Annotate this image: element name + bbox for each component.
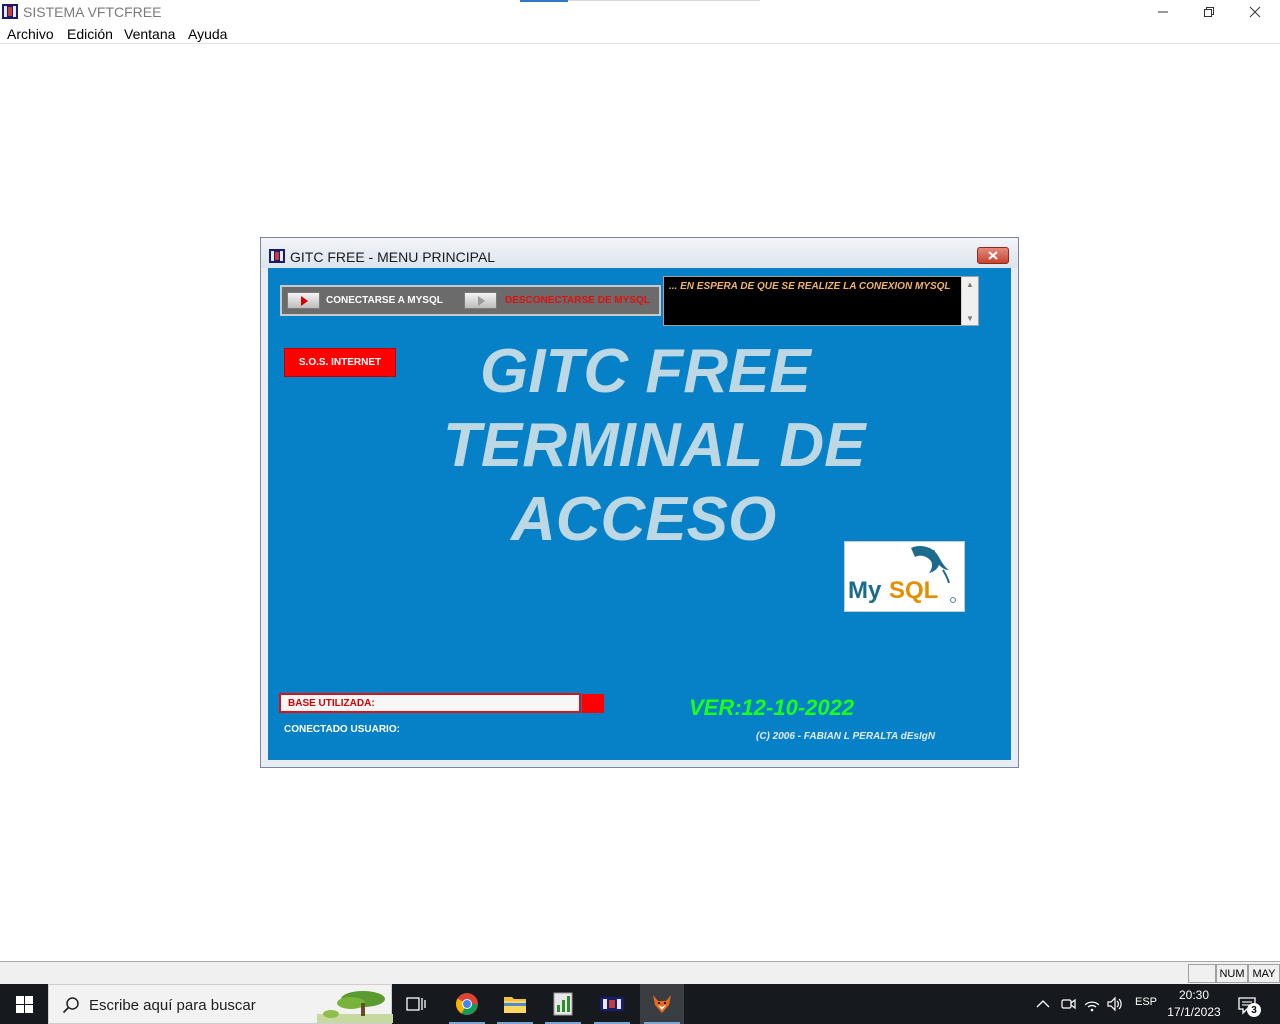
clock-date[interactable]: 17/1/2023 [1166,1005,1222,1019]
app-titlebar: SISTEMA VFTCFREE [0,0,1280,23]
windows-logo-icon [15,995,33,1013]
search-highlight-tree-icon [317,991,393,1023]
menu-edicion[interactable]: Edición [67,26,113,42]
app-film-icon [2,4,18,19]
connect-mysql-label[interactable]: CONECTARSE A MYSQL [326,295,443,306]
taskbar-spreadsheet-app[interactable] [541,984,585,1024]
restore-icon [1204,6,1214,17]
close-window-button[interactable] [1232,0,1278,23]
film-app-icon [600,997,624,1011]
task-view-button[interactable] [394,984,438,1024]
scroll-up-arrow-icon[interactable]: ▲ [962,277,978,291]
fox-app-icon [653,995,671,1013]
headline-line-1: GITC FREE [480,337,811,406]
menu-bar: Archivo Edición Ventana Ayuda [0,23,1280,44]
status-bar: NUM MAY [0,961,1280,984]
dialog-body: CONECTARSE A MYSQL DESCONECTARSE DE MYSQ… [268,268,1011,760]
play-icon [478,296,485,306]
restore-button[interactable] [1186,0,1232,23]
version-label: VER:12-10-2022 [689,695,855,720]
scroll-down-arrow-icon[interactable]: ▼ [962,311,978,325]
copyright-label: (C) 2006 - FABIAN L PERALTA dEsIgN [756,731,936,742]
title-accent [520,0,568,2]
disconnect-play-button[interactable] [464,292,497,309]
minimize-icon [1158,11,1168,12]
dialog-film-icon [269,249,285,263]
taskbar-fox-app[interactable] [640,984,684,1024]
base-utilizada-label: BASE UTILIZADA: [288,698,375,709]
search-icon [62,997,79,1014]
dialog-close-button[interactable] [977,247,1009,264]
title-accent-line [568,0,760,1]
menu-archivo[interactable]: Archivo [7,26,54,42]
tray-chevron-up-icon[interactable] [1034,994,1052,1014]
svg-text:My: My [848,577,882,604]
taskbar-chrome[interactable] [445,984,489,1024]
connection-status-text: ... EN ESPERA DE QUE SE REALIZE LA CONEX… [669,281,951,292]
statusbar-num-lock: NUM [1216,964,1248,983]
main-menu-dialog: GITC FREE - MENU PRINCIPAL CONECTARSE A … [260,237,1019,768]
volume-icon[interactable] [1106,995,1124,1013]
play-icon [301,296,308,306]
mysql-logo: My SQL [844,541,965,612]
taskbar: Escribe aquí para buscar ESP 20:30 17/1/… [0,984,1280,1024]
spreadsheet-icon [553,992,573,1016]
menu-ventana[interactable]: Ventana [124,26,175,42]
taskbar-search-box[interactable]: Escribe aquí para buscar [48,984,393,1024]
dialog-title: GITC FREE - MENU PRINCIPAL [290,249,496,265]
sos-internet-button[interactable]: S.O.S. INTERNET [284,348,396,377]
notification-count-badge: 3 [1247,1003,1261,1017]
statusbar-empty-panel [1188,964,1216,983]
start-button[interactable] [0,984,48,1024]
connected-user-label: CONECTADO USUARIO: [284,724,400,735]
taskbar-film-app[interactable] [590,984,634,1024]
search-placeholder: Escribe aquí para buscar [89,997,256,1014]
minimize-button[interactable] [1140,0,1186,23]
language-indicator[interactable]: ESP [1135,996,1157,1008]
meet-now-icon[interactable] [1059,995,1077,1013]
app-title: SISTEMA VFTCFREE [23,4,162,20]
clock-time[interactable]: 20:30 [1166,988,1222,1002]
base-utilizada-field[interactable]: BASE UTILIZADA: [279,693,581,713]
connection-status-box: ... EN ESPERA DE QUE SE REALIZE LA CONEX… [663,276,979,326]
close-icon [1249,6,1261,17]
wifi-icon[interactable] [1083,995,1101,1013]
headline-line-3: ACCESO [511,485,777,554]
disconnect-mysql-label[interactable]: DESCONECTARSE DE MYSQL [505,295,650,306]
chrome-icon [456,993,478,1015]
menu-ayuda[interactable]: Ayuda [188,26,227,42]
mysql-dolphin-logo: My SQL [848,546,956,604]
statusbar-caps-lock: MAY [1248,964,1280,983]
base-status-indicator [582,694,604,713]
svg-text:SQL: SQL [889,577,938,604]
connection-toolbar: CONECTARSE A MYSQL DESCONECTARSE DE MYSQ… [280,285,661,316]
file-explorer-icon [504,997,526,1013]
taskbar-file-explorer[interactable] [493,984,537,1024]
headline-line-2: TERMINAL DE [443,411,866,480]
status-scrollbar[interactable]: ▲ ▼ [961,277,978,325]
close-icon [988,251,998,260]
dialog-titlebar[interactable]: GITC FREE - MENU PRINCIPAL [261,238,1018,268]
task-view-icon [406,997,426,1011]
connect-play-button[interactable] [287,292,320,309]
